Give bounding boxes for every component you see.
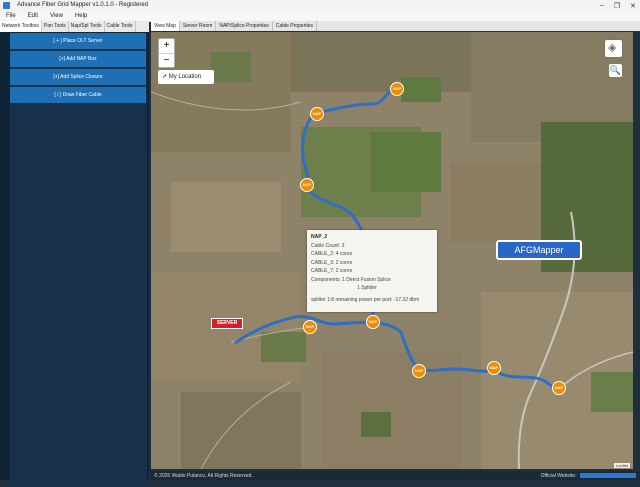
zoom-control: + − [158, 38, 175, 68]
tab-nap-spl-tools[interactable]: Nap/Spl Tools [69, 21, 105, 32]
window-controls: – ❐ ✕ [600, 0, 636, 11]
add-nap-box-button[interactable]: [+] Add NAP Box [10, 51, 146, 67]
popup-line: CABLE_2: 4 cores [311, 251, 353, 257]
tab-network-toolbox[interactable]: Network Toolbox [0, 21, 42, 32]
tab-pan-tools[interactable]: Pan Tools [42, 21, 69, 32]
popup-line: CABLE_7: 2 cores [311, 268, 353, 274]
menu-edit[interactable]: Edit [22, 11, 44, 21]
popup-line: 1 Splitter [357, 285, 377, 291]
right-tab-bar: View Map Server Room NAP/Splice Properti… [151, 21, 640, 31]
app-icon [3, 2, 10, 9]
nap-marker[interactable]: NAP [487, 361, 501, 375]
menu-file[interactable]: File [0, 11, 22, 21]
magnifier-icon: 🔍 [609, 65, 622, 75]
nap-marker[interactable]: NAP [412, 364, 426, 378]
toolbox-list: [ + ] Place OLT Server [+] Add NAP Box [… [10, 33, 147, 487]
nap-marker[interactable]: NAP [552, 381, 566, 395]
window-title: Advance Fiber Grid Mapper v1.0.1.0 - Reg… [17, 2, 149, 8]
location-arrow-icon: ➚ [162, 74, 168, 80]
tab-cable-properties[interactable]: Cable Properties [273, 21, 318, 31]
menu-help[interactable]: Help [69, 11, 93, 21]
nap-marker[interactable]: NAP [390, 82, 404, 96]
zoom-out-button[interactable]: − [159, 54, 174, 68]
menu-view[interactable]: View [44, 11, 69, 21]
map-view[interactable]: + − ➚ My Location ◈ 🔍 NAP NAP NAP NAP NA… [151, 32, 633, 469]
my-location-label: My Location [168, 74, 202, 80]
server-marker[interactable]: SERVER [211, 318, 243, 329]
left-panel: Network Toolbox Pan Tools Nap/Spl Tools … [0, 21, 149, 487]
layers-icon: ◈ [608, 42, 617, 54]
nap-marker[interactable]: NAP [300, 178, 314, 192]
leaflet-attribution[interactable]: Leaflet [613, 463, 630, 468]
tab-cable-tools[interactable]: Cable Tools [105, 21, 136, 32]
status-bar: © 2026 Waldo Pulanco, All Rights Reserve… [151, 471, 640, 480]
close-button[interactable]: ✕ [630, 2, 636, 10]
tab-nap-splice-properties[interactable]: NAP/Splice Properties [216, 21, 273, 31]
website-link[interactable] [580, 473, 636, 479]
popup-line: Cable Count: 3 [311, 242, 345, 249]
popup-title: NAP_2 [311, 234, 328, 240]
place-olt-server-button[interactable]: [ + ] Place OLT Server [10, 33, 146, 49]
brand-badge: AFGMapper [496, 240, 582, 260]
add-splice-closure-button[interactable]: [+] Add Splice Closure [10, 69, 146, 85]
popup-footer: splitter 1:8 remaining power per port: -… [311, 296, 420, 303]
website-label: Official Website: [540, 473, 577, 479]
minimize-button[interactable]: – [600, 2, 604, 9]
nap-marker-selected[interactable]: NAP [366, 315, 380, 329]
nap-marker[interactable]: NAP [303, 320, 317, 334]
official-website: Official Website: [541, 473, 636, 479]
my-location-button[interactable]: ➚ My Location [158, 70, 214, 84]
zoom-in-button[interactable]: + [159, 39, 174, 54]
tab-view-map[interactable]: View Map [151, 21, 180, 31]
draw-fiber-cable-button[interactable]: [ / ] Draw Fiber Cable [10, 87, 146, 103]
popup-line: CABLE_3: 2 cores [311, 259, 353, 266]
popup-line: Components: 1 Direct Fusion Splice [311, 276, 391, 283]
nap-info-popup: NAP_2 Cable Count: 3 CABLE_2: 4 cores CA… [307, 230, 437, 312]
nap-marker[interactable]: NAP [310, 107, 324, 121]
map-search-button[interactable]: 🔍 [609, 64, 622, 77]
left-tab-bar: Network Toolbox Pan Tools Nap/Spl Tools … [0, 21, 149, 32]
layers-button[interactable]: ◈ [605, 40, 622, 57]
copyright-text: © 2026 Waldo Pulanco, All Rights Reserve… [154, 473, 253, 479]
tab-server-room[interactable]: Server Room [180, 21, 217, 31]
maximize-button[interactable]: ❐ [614, 2, 620, 10]
